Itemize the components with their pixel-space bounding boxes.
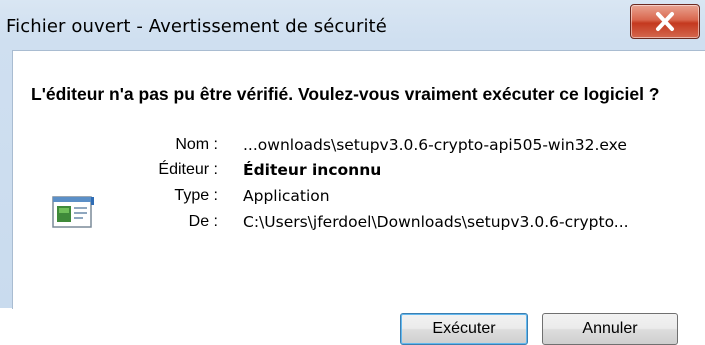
title-bar[interactable]: Fichier ouvert - Avertissement de sécuri… <box>0 0 705 50</box>
run-button[interactable]: Exécuter <box>400 313 528 345</box>
window-title: Fichier ouvert - Avertissement de sécuri… <box>6 16 387 37</box>
dialog-body: L'éditeur n'a pas pu être vérifié. Voule… <box>12 50 705 345</box>
warning-heading: L'éditeur n'a pas pu être vérifié. Voule… <box>31 84 660 104</box>
close-button[interactable] <box>630 4 700 39</box>
field-value: Application <box>243 187 330 205</box>
cancel-button[interactable]: Annuler <box>542 313 678 345</box>
field-value: ...ownloads\setupv3.0.6-crypto-api505-wi… <box>243 136 627 154</box>
field-row: Type : Application <box>13 187 705 211</box>
field-row: De : C:\Users\jferdoel\Downloads\setupv3.… <box>13 213 705 237</box>
field-row: Éditeur : Éditeur inconnu <box>13 161 705 185</box>
field-value: Éditeur inconnu <box>243 161 382 179</box>
close-icon <box>656 12 674 31</box>
source-path-link: C:\Users\jferdoel\Downloads\setupv3.0.6-… <box>243 213 629 231</box>
field-label: Type : <box>174 187 218 204</box>
field-label: Nom : <box>175 136 218 153</box>
field-label: Éditeur : <box>158 161 218 178</box>
field-row: Nom : ...ownloads\setupv3.0.6-crypto-api5… <box>13 136 705 160</box>
field-label: De : <box>188 213 218 230</box>
